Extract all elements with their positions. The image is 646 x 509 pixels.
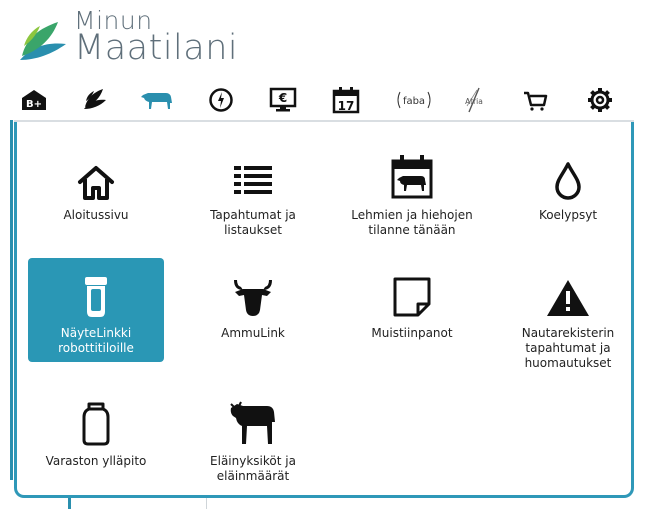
tile-label: Eläinyksiköt ja eläinmäärät <box>210 454 296 483</box>
tile-koelypsyt[interactable]: Koelypsyt <box>500 140 636 244</box>
svg-text:faba: faba <box>403 96 425 107</box>
nav-compass-icon[interactable] <box>204 84 238 116</box>
tile-elainyksikot[interactable]: Eläinyksiköt ja eläinmäärät <box>185 386 321 490</box>
tile-ammulink[interactable]: AmmuLink <box>185 258 321 362</box>
tile-label: Tapahtumat ja listaukset <box>210 208 296 237</box>
list-icon <box>234 166 272 194</box>
nav-b-plus-icon[interactable]: B+ <box>17 84 51 116</box>
tile-muistiinpanot[interactable]: Muistiinpanot <box>342 258 482 362</box>
svg-text:€: € <box>278 91 287 105</box>
svg-text:B+: B+ <box>26 99 42 110</box>
tile-label: AmmuLink <box>221 326 285 340</box>
tile-tapahtumat[interactable]: Tapahtumat ja listaukset <box>185 140 321 244</box>
page-edge-line <box>68 498 71 509</box>
tile-lehmien-tilanne[interactable]: Lehmien ja hiehojen tilanne tänään <box>342 140 482 244</box>
nav-leaves-icon[interactable] <box>78 84 112 116</box>
note-icon <box>393 277 431 317</box>
nav-atria-logo-icon[interactable]: Atria <box>456 84 490 116</box>
nav-euro-monitor-icon[interactable]: € <box>266 84 300 116</box>
leaves-logo-icon <box>20 22 66 60</box>
top-navigation: B+ € 17 faba Atria <box>0 80 646 120</box>
home-icon <box>78 166 114 200</box>
cow-head-icon <box>234 280 272 316</box>
nav-calendar-icon[interactable]: 17 <box>329 84 363 116</box>
left-rail <box>0 120 14 509</box>
tile-label: Aloitussivu <box>63 208 129 222</box>
page-edge-line-secondary <box>206 498 207 509</box>
svg-text:17: 17 <box>338 99 355 113</box>
tile-nautarekisteri[interactable]: Nautarekisterin tapahtumat ja huomautuks… <box>500 258 636 378</box>
nav-gear-icon[interactable] <box>583 84 617 116</box>
tile-label: NäyteLinkki robottitiloille <box>58 326 134 355</box>
svg-text:Atria: Atria <box>465 97 483 106</box>
cow-silhouette-icon <box>230 401 275 444</box>
tile-naytelinkki[interactable]: NäyteLinkki robottitiloille <box>28 258 164 362</box>
tile-aloitussivu[interactable]: Aloitussivu <box>28 140 164 244</box>
droplet-icon <box>555 162 581 200</box>
sample-vial-icon <box>85 277 107 317</box>
milk-can-icon <box>82 402 110 446</box>
calendar-cow-icon <box>391 155 433 199</box>
logo-text-maatilani: Maatilani <box>74 28 239 68</box>
tile-label: Koelypsyt <box>538 208 598 222</box>
tile-varaston-yllapito[interactable]: Varaston ylläpito <box>28 386 164 490</box>
tile-label: Muistiinpanot <box>371 326 453 340</box>
tile-label: Nautarekisterin tapahtumat ja huomautuks… <box>521 326 615 370</box>
nav-cart-icon[interactable] <box>518 84 552 116</box>
warning-icon <box>547 280 589 316</box>
tile-label: Lehmien ja hiehojen tilanne tänään <box>351 208 473 237</box>
tile-label: Varaston ylläpito <box>45 454 147 468</box>
nav-cow-icon[interactable] <box>140 84 174 116</box>
nav-faba-logo-icon[interactable]: faba <box>394 84 434 116</box>
app-logo[interactable]: Minun Maatilani <box>14 6 274 72</box>
